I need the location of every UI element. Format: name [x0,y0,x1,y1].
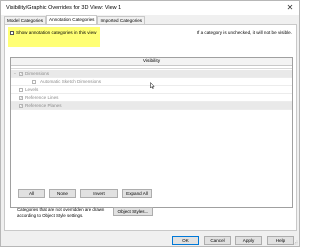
none-button[interactable]: None [49,189,76,198]
category-label: Levels [25,87,39,92]
category-row-reference-lines[interactable]: ✓ Reference Lines [11,94,292,102]
visibility-hint: If a category is unchecked, it will not … [196,30,292,35]
tab-annotation-categories[interactable]: Annotation Categories [46,15,98,24]
show-annotation-highlight: Show annotation categories in this view [8,27,100,47]
cancel-button[interactable]: Cancel [204,236,231,245]
category-checkbox[interactable]: ✓ [19,96,23,100]
invert-button[interactable]: Invert [80,189,118,198]
tab-strip: Model Categories Annotation Categories I… [4,15,146,24]
tab-imported-categories[interactable]: Imported Categories [97,16,146,24]
object-style-note: Categories that are not overridden are d… [17,207,104,219]
category-checkbox[interactable] [19,88,23,92]
categories-grid: Visibility − ✓ Dimensions Automatic Sket… [10,57,293,208]
show-annotation-checkbox[interactable] [10,31,14,35]
visibility-graphics-dialog: Visibility/Graphic Overrides for 3D View… [0,0,300,247]
all-button[interactable]: All [18,189,45,198]
grid-subheader [11,66,292,69]
show-annotation-label[interactable]: Show annotation categories in this view [16,30,96,35]
expand-all-button[interactable]: Expand All [122,189,152,198]
mouse-cursor-icon [150,82,155,89]
title-bar: Visibility/Graphic Overrides for 3D View… [1,1,299,15]
category-label: Reference Planes [25,103,62,108]
close-icon[interactable]: ✕ [285,3,295,13]
tab-model-categories[interactable]: Model Categories [4,16,47,24]
grid-header: Visibility [11,58,292,66]
window-title: Visibility/Graphic Overrides for 3D View… [6,5,122,11]
object-styles-button[interactable]: Object Styles... [113,207,153,216]
note-line-2: according to Object Style settings. [17,213,84,218]
category-label: Dimensions [25,71,49,76]
help-button[interactable]: Help [267,236,294,245]
resize-grip-icon[interactable] [293,240,298,245]
collapse-icon[interactable]: − [13,72,17,76]
category-checkbox[interactable]: ✓ [19,104,23,108]
apply-button[interactable]: Apply [235,236,262,245]
visibility-column-header[interactable]: Visibility [11,59,292,64]
ok-button[interactable]: OK [172,236,199,245]
category-row-dimensions[interactable]: − ✓ Dimensions [11,70,292,78]
category-checkbox[interactable]: ✓ [19,72,23,76]
category-row-reference-planes[interactable]: ✓ Reference Planes [11,102,292,110]
category-label: Automatic Sketch Dimensions [40,79,102,84]
annotation-categories-panel: Show annotation categories in this view … [4,24,297,231]
category-label: Reference Lines [25,95,59,100]
category-checkbox[interactable] [32,80,36,84]
